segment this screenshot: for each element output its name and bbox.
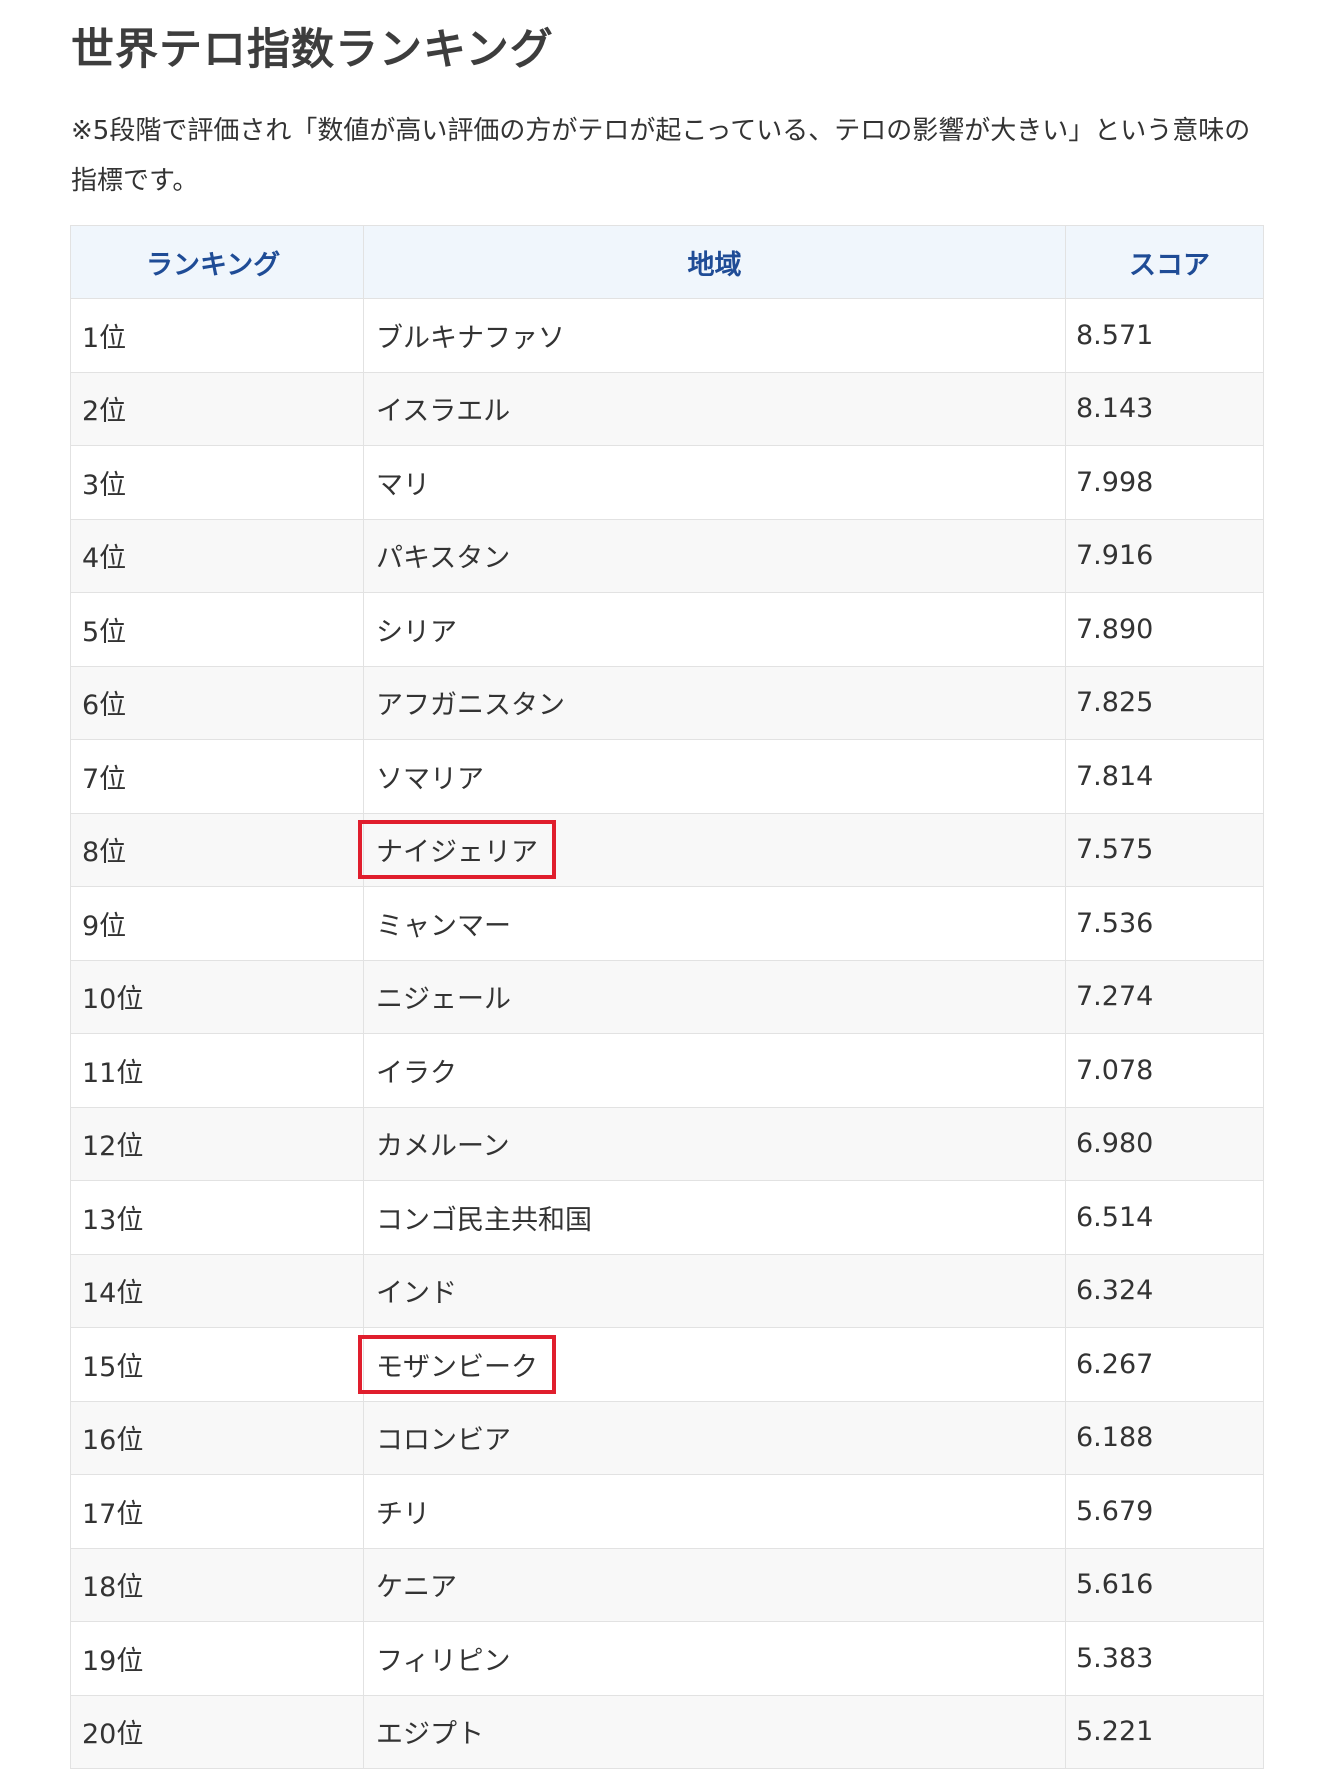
score-cell: 7.575	[1065, 812, 1264, 887]
region-cell: コロンビア	[363, 1400, 1066, 1475]
region-cell: エジプト	[363, 1694, 1066, 1769]
score-cell: 6.980	[1065, 1106, 1264, 1181]
score-cell: 6.514	[1065, 1180, 1264, 1255]
table-row: 20位 エジプト 5.221	[70, 1694, 1264, 1769]
region-cell: チリ	[363, 1474, 1066, 1549]
table-row: 2位 イスラエル 8.143	[70, 371, 1264, 446]
table-row: 15位 モザンビーク 6.267	[70, 1327, 1264, 1402]
rank-cell: 9位	[70, 886, 364, 961]
rank-cell: 16位	[70, 1400, 364, 1475]
region-cell: マリ	[363, 445, 1066, 520]
table-row: 12位 カメルーン 6.980	[70, 1106, 1264, 1181]
table-row: 16位 コロンビア 6.188	[70, 1400, 1264, 1475]
header-score: スコア	[1065, 225, 1264, 299]
score-cell: 8.143	[1065, 371, 1264, 446]
ranking-table: ランキング 地域 スコア 1位 ブルキナファソ 8.571 2位 イスラエル 8.143 3…	[70, 225, 1264, 1769]
table-row: 19位 フィリピン 5.383	[70, 1621, 1264, 1696]
table-row: 11位 イラク 7.078	[70, 1033, 1264, 1108]
table-body: 1位 ブルキナファソ 8.571 2位 イスラエル 8.143 3位 マリ 7.998 4位 パキス…	[70, 298, 1264, 1769]
rank-cell: 7位	[70, 739, 364, 814]
rank-cell: 3位	[70, 445, 364, 520]
rank-cell: 11位	[70, 1033, 364, 1108]
rank-cell: 13位	[70, 1180, 364, 1255]
region-cell: ナイジェリア	[358, 812, 1066, 887]
rank-cell: 5位	[70, 592, 364, 667]
score-cell: 7.890	[1065, 592, 1264, 667]
table-row: 5位 シリア 7.890	[70, 592, 1264, 667]
rank-cell: 2位	[70, 371, 364, 446]
region-cell: アフガニスタン	[363, 665, 1066, 740]
rank-cell: 10位	[70, 959, 364, 1034]
region-cell: イスラエル	[363, 371, 1066, 446]
table-row: 1位 ブルキナファソ 8.571	[70, 298, 1264, 373]
rank-cell: 1位	[70, 298, 364, 373]
score-cell: 6.188	[1065, 1400, 1264, 1475]
table-row: 13位 コンゴ民主共和国 6.514	[70, 1180, 1264, 1255]
score-cell: 7.814	[1065, 739, 1264, 814]
highlighted-region: モザンビーク	[358, 1334, 556, 1394]
table-row: 4位 パキスタン 7.916	[70, 518, 1264, 593]
score-cell: 7.825	[1065, 665, 1264, 740]
rank-cell: 14位	[70, 1253, 364, 1328]
region-cell: コンゴ民主共和国	[363, 1180, 1066, 1255]
region-cell: シリア	[363, 592, 1066, 667]
rank-cell: 12位	[70, 1106, 364, 1181]
score-cell: 8.571	[1065, 298, 1264, 373]
score-cell: 7.274	[1065, 959, 1264, 1034]
page-note: ※5段階で評価され「数値が高い評価の方がテロが起こっている、テロの影響が大きい」…	[71, 116, 1251, 196]
score-cell: 7.916	[1065, 518, 1264, 593]
score-cell: 7.998	[1065, 445, 1264, 520]
region-cell: フィリピン	[363, 1621, 1066, 1696]
header-ranking: ランキング	[70, 225, 364, 299]
header-region: 地域	[363, 225, 1066, 299]
table-row: 10位 ニジェール 7.274	[70, 959, 1264, 1034]
table-row: 8位 ナイジェリア 7.575	[70, 812, 1264, 887]
table-row: 9位 ミャンマー 7.536	[70, 886, 1264, 961]
region-cell: パキスタン	[363, 518, 1066, 593]
rank-cell: 15位	[70, 1327, 364, 1402]
highlighted-region: ナイジェリア	[358, 820, 556, 880]
rank-cell: 19位	[70, 1621, 364, 1696]
region-cell: ブルキナファソ	[363, 298, 1066, 373]
table-row: 14位 インド 6.324	[70, 1253, 1264, 1328]
region-cell: モザンビーク	[358, 1327, 1066, 1402]
score-cell: 5.616	[1065, 1547, 1264, 1622]
score-cell: 6.324	[1065, 1253, 1264, 1328]
score-cell: 7.078	[1065, 1033, 1264, 1108]
table-header-row: ランキング 地域 スコア	[70, 225, 1264, 299]
score-cell: 7.536	[1065, 886, 1264, 961]
table-row: 6位 アフガニスタン 7.825	[70, 665, 1264, 740]
rank-cell: 6位	[70, 665, 364, 740]
rank-cell: 4位	[70, 518, 364, 593]
table-row: 18位 ケニア 5.616	[70, 1547, 1264, 1622]
table-row: 7位 ソマリア 7.814	[70, 739, 1264, 814]
score-cell: 5.383	[1065, 1621, 1264, 1696]
score-cell: 5.221	[1065, 1694, 1264, 1769]
region-cell: ニジェール	[363, 959, 1066, 1034]
rank-cell: 17位	[70, 1474, 364, 1549]
region-cell: ケニア	[363, 1547, 1066, 1622]
rank-cell: 20位	[70, 1694, 364, 1769]
score-cell: 6.267	[1065, 1327, 1264, 1402]
rank-cell: 8位	[70, 812, 364, 887]
article: 世界テロ指数ランキング ※5段階で評価され「数値が高い評価の方がテロが起こってい…	[0, 0, 1320, 206]
rank-cell: 18位	[70, 1547, 364, 1622]
region-cell: インド	[363, 1253, 1066, 1328]
region-cell: ミャンマー	[363, 886, 1066, 961]
table-row: 17位 チリ 5.679	[70, 1474, 1264, 1549]
score-cell: 5.679	[1065, 1474, 1264, 1549]
region-cell: イラク	[363, 1033, 1066, 1108]
table-row: 3位 マリ 7.998	[70, 445, 1264, 520]
page-title: 世界テロ指数ランキング	[71, 25, 554, 75]
region-cell: カメルーン	[363, 1106, 1066, 1181]
region-cell: ソマリア	[363, 739, 1066, 814]
